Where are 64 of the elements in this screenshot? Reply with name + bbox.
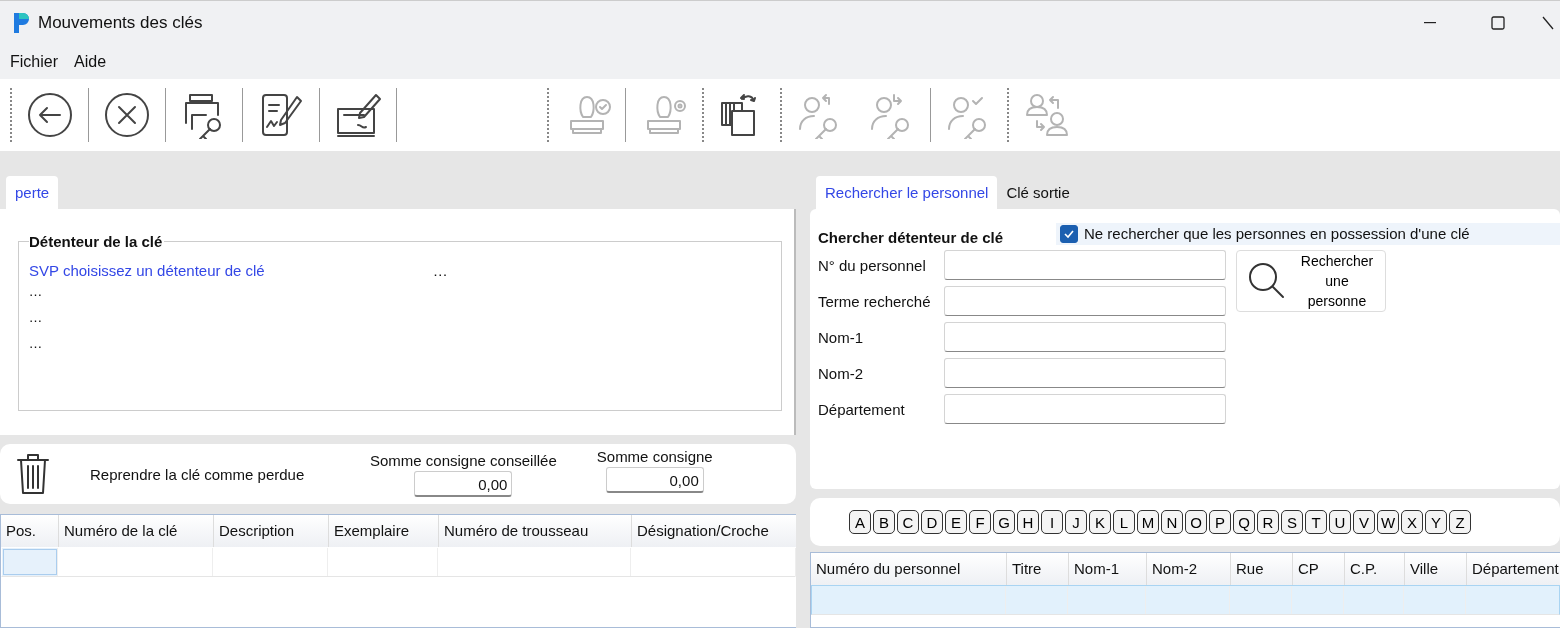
letter-button[interactable]: F (969, 510, 991, 534)
letter-button[interactable]: K (1089, 510, 1111, 534)
amount-field[interactable]: 0,00 (414, 470, 513, 497)
letter-button[interactable]: C (897, 510, 919, 534)
letter-button[interactable]: X (1401, 510, 1423, 534)
letter-button[interactable]: M (1137, 510, 1159, 534)
input-field[interactable] (944, 250, 1226, 280)
letter-button[interactable]: G (993, 510, 1015, 534)
trash-icon[interactable] (16, 452, 50, 496)
field-label: Somme consigne (596, 447, 713, 465)
letter-button[interactable]: A (849, 510, 871, 534)
cancel-icon (103, 91, 151, 139)
close-icon[interactable] (1542, 16, 1554, 30)
section-title: Chercher détenteur de clé (818, 229, 1004, 246)
letter-button[interactable]: I (1041, 510, 1063, 534)
input-field[interactable] (944, 286, 1226, 316)
letter-button[interactable]: S (1281, 510, 1303, 534)
menu-item[interactable]: Fichier (4, 53, 64, 71)
letter-button[interactable]: H (1017, 510, 1039, 534)
field-label: Nom-2 (818, 364, 864, 382)
letter-button[interactable]: U (1329, 510, 1351, 534)
menu-item[interactable]: Aide (68, 53, 113, 71)
field-label: Somme consigne conseillée (370, 451, 557, 469)
letter-button[interactable]: O (1185, 510, 1207, 534)
only-holders-checkbox[interactable]: Ne rechercher que les personnes en possession d'une clé (1056, 222, 1560, 245)
letter-button[interactable]: E (945, 510, 967, 534)
search-person-button[interactable]: Rechercher une personne (1236, 250, 1386, 312)
loss-label: Reprendre la clé comme perdue (90, 465, 306, 483)
tab[interactable]: perte (6, 176, 59, 209)
people-swap-icon (1023, 91, 1071, 139)
holder-prompt[interactable]: SVP choisissez un détenteur de clé (29, 262, 265, 279)
letter-button[interactable]: R (1257, 510, 1279, 534)
input-field[interactable] (944, 322, 1226, 352)
input-field[interactable] (944, 358, 1226, 388)
field-label: Terme recherché (818, 292, 932, 310)
letter-button[interactable]: Z (1449, 510, 1471, 534)
letter-button[interactable]: B (873, 510, 895, 534)
field-label: Nom-1 (818, 328, 864, 346)
maximize-icon[interactable] (1491, 16, 1505, 30)
holder-detail: … (29, 335, 43, 353)
field-label: Département (818, 400, 906, 418)
holder-detail: … (29, 283, 43, 301)
letter-button[interactable]: Y (1425, 510, 1447, 534)
letter-button[interactable]: D (921, 510, 943, 534)
window-title: Mouvements des clés (38, 13, 204, 33)
tab[interactable]: Clé sortie (997, 176, 1079, 209)
letter-button[interactable]: P (1209, 510, 1231, 534)
minimize-icon[interactable] (1424, 22, 1436, 24)
letter-button[interactable]: L (1113, 510, 1135, 534)
letter-button[interactable]: J (1065, 510, 1087, 534)
signature-pad-icon (334, 91, 382, 139)
group-title: Détenteur de la clé (29, 233, 165, 250)
letter-button[interactable]: N (1161, 510, 1183, 534)
holder-ellipsis: … (432, 262, 448, 279)
amount-field[interactable]: 0,00 (605, 466, 704, 493)
letter-button[interactable]: T (1305, 510, 1327, 534)
letter-button[interactable]: Q (1233, 510, 1255, 534)
input-field[interactable] (944, 394, 1226, 424)
holder-detail: … (29, 309, 43, 327)
tab[interactable]: Rechercher le personnel (816, 176, 998, 209)
letter-button[interactable]: W (1377, 510, 1399, 534)
letter-button[interactable]: V (1353, 510, 1375, 534)
field-label: N° du personnel (818, 256, 927, 274)
app-logo-icon (12, 11, 30, 35)
